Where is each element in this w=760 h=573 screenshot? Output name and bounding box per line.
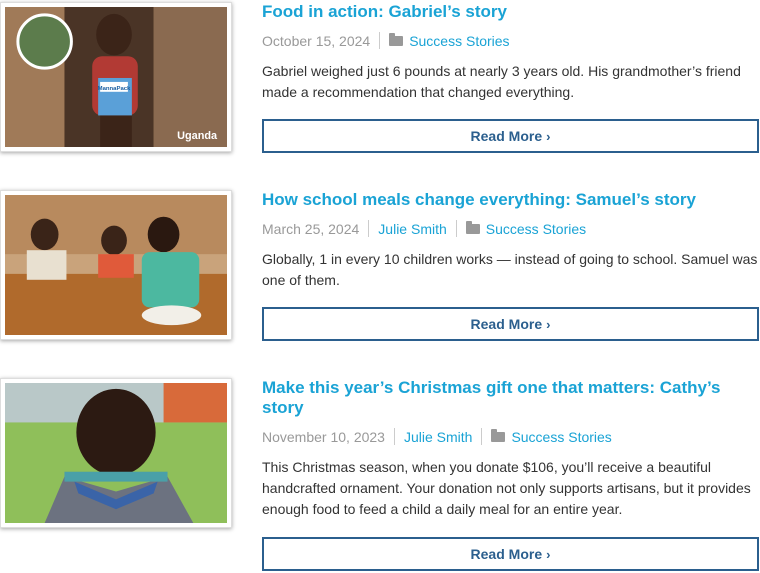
author-link[interactable]: Julie Smith <box>404 429 472 445</box>
chevron-right-icon: › <box>546 547 551 562</box>
post-excerpt: This Christmas season, when you donate $… <box>262 459 751 517</box>
meta-divider <box>393 428 395 445</box>
post-date: October 15, 2024 <box>262 32 371 49</box>
post-excerpt: Gabriel weighed just 6 pounds at nearly … <box>262 63 741 100</box>
post-image <box>5 383 227 523</box>
image-badge-text: MannaPack <box>98 86 131 92</box>
post-content: How school meals change everything: Samu… <box>262 190 759 291</box>
meta-divider <box>368 220 370 237</box>
post-thumbnail[interactable] <box>0 378 232 528</box>
read-more-label: Read More <box>470 546 543 562</box>
folder-icon <box>491 428 506 442</box>
post-meta: March 25, 2024 Julie Smith Success Stori… <box>262 220 759 237</box>
post-content: Make this year’s Christmas gift one that… <box>262 378 759 520</box>
read-more-button[interactable]: Read More › <box>262 307 759 341</box>
post-date: November 10, 2023 <box>262 428 385 445</box>
read-more-label: Read More <box>470 128 543 144</box>
chevron-right-icon: › <box>546 129 551 144</box>
meta-divider <box>481 428 483 445</box>
post-title[interactable]: How school meals change everything: Samu… <box>262 190 759 210</box>
post-date: March 25, 2024 <box>262 220 360 237</box>
category-link[interactable]: Success Stories <box>486 221 586 237</box>
meta-divider <box>379 32 381 49</box>
post-meta: October 15, 2024 Success Stories <box>262 32 759 49</box>
post-thumbnail[interactable]: Uganda MannaPack <box>0 2 232 152</box>
chevron-right-icon: › <box>546 317 551 332</box>
post-image: Uganda MannaPack <box>5 7 227 147</box>
post-card: Uganda MannaPack Food in action: Gabriel… <box>0 0 760 180</box>
location-caption: Uganda <box>177 130 218 142</box>
post-content: Food in action: Gabriel’s story October … <box>262 2 759 103</box>
post-title[interactable]: Make this year’s Christmas gift one that… <box>262 378 759 418</box>
author-link[interactable]: Julie Smith <box>378 221 446 237</box>
post-thumbnail[interactable] <box>0 190 232 340</box>
folder-icon <box>465 220 480 234</box>
meta-divider <box>455 220 457 237</box>
post-card: How school meals change everything: Samu… <box>0 188 760 368</box>
post-title[interactable]: Food in action: Gabriel’s story <box>262 2 759 22</box>
category-link[interactable]: Success Stories <box>409 33 509 49</box>
read-more-label: Read More <box>470 316 543 332</box>
read-more-button[interactable]: Read More › <box>262 119 759 153</box>
category-link[interactable]: Success Stories <box>511 429 611 445</box>
post-excerpt: Globally, 1 in every 10 children works —… <box>262 251 758 288</box>
read-more-button[interactable]: Read More › <box>262 537 759 571</box>
post-image <box>5 195 227 335</box>
post-meta: November 10, 2023 Julie Smith Success St… <box>262 428 759 445</box>
folder-icon <box>389 32 404 46</box>
post-card: Make this year’s Christmas gift one that… <box>0 376 760 573</box>
